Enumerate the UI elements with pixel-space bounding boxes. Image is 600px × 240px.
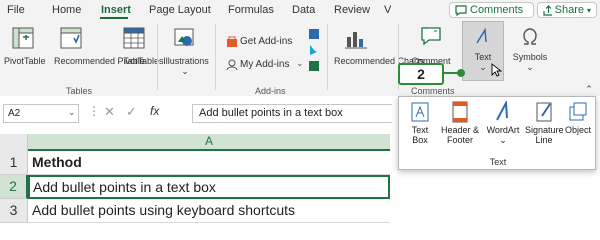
- header-footer-label: Header & Footer: [440, 125, 480, 145]
- illustrations-button-label[interactable]: Illustrations: [160, 56, 212, 66]
- comments-label: Comments: [470, 4, 524, 16]
- tab-review[interactable]: Review: [334, 4, 370, 16]
- chevron-down-icon: ⌄: [499, 135, 507, 145]
- omega-icon[interactable]: [520, 27, 540, 47]
- text-box-item[interactable]: Text Box: [405, 101, 435, 145]
- symbols-button-label[interactable]: Symbols: [510, 52, 550, 62]
- chevron-down-icon: ⌄: [296, 58, 304, 68]
- text-dropdown-menu: Text Box Header & Footer WordArt ⌄ Signa…: [398, 96, 596, 170]
- object-item[interactable]: Object: [562, 101, 594, 135]
- share-icon: [543, 4, 552, 16]
- tab-view[interactable]: V: [384, 4, 391, 16]
- my-addins-icon[interactable]: [226, 59, 238, 71]
- signature-line-label: Signature Line: [525, 125, 564, 145]
- table-button-label[interactable]: Table: [118, 56, 150, 66]
- text-box-icon: [411, 102, 429, 122]
- object-label: Object: [564, 125, 591, 135]
- cell-a2[interactable]: Add bullet points in a text box: [28, 175, 390, 199]
- tab-insert[interactable]: Insert: [101, 4, 131, 16]
- cell-a3[interactable]: Add bullet points using keyboard shortcu…: [28, 199, 390, 223]
- select-all-corner[interactable]: [0, 134, 28, 151]
- new-comment-icon[interactable]: [420, 26, 444, 48]
- group-label-comments: Comments: [411, 86, 455, 96]
- insert-function-button[interactable]: fx: [150, 104, 159, 118]
- text-box-label: Text Box: [411, 125, 429, 145]
- formula-input[interactable]: Add bullet points in a text box: [192, 104, 392, 123]
- chevron-down-icon: ⌄: [526, 62, 534, 72]
- cell-a1[interactable]: Method: [28, 151, 390, 175]
- header-footer-item[interactable]: Header & Footer: [439, 101, 481, 145]
- tab-file[interactable]: File: [7, 4, 25, 16]
- group-separator: [215, 24, 216, 90]
- people-graph-icon[interactable]: [308, 60, 320, 72]
- pivottable-button-label[interactable]: PivotTable: [4, 56, 46, 66]
- group-label-tables: Tables: [66, 86, 93, 96]
- chevron-down-icon: ▾: [586, 5, 591, 15]
- more-options-icon: ⋮: [88, 104, 100, 118]
- object-icon: [569, 102, 587, 121]
- tab-home[interactable]: Home: [52, 4, 81, 16]
- step-callout: 2: [398, 63, 444, 85]
- enter-check-icon[interactable]: ✓: [126, 104, 137, 120]
- tab-page-layout[interactable]: Page Layout: [149, 4, 211, 16]
- tab-data[interactable]: Data: [292, 4, 315, 16]
- wordart-item[interactable]: WordArt ⌄: [483, 99, 523, 145]
- signature-line-icon: [536, 102, 552, 122]
- chevron-down-icon: ⌄: [181, 66, 189, 76]
- row-header[interactable]: 2: [0, 175, 28, 199]
- my-addins-button[interactable]: My Add-ins: [240, 60, 289, 70]
- callout-dot: [457, 69, 465, 77]
- recommended-pivottables-icon[interactable]: [60, 27, 84, 49]
- comments-button[interactable]: Comments: [449, 2, 534, 18]
- visio-icon[interactable]: [308, 28, 320, 40]
- get-addins-button[interactable]: Get Add-ins: [240, 37, 292, 47]
- dropdown-group-label: Text: [489, 157, 507, 167]
- chevron-down-icon: ⌄: [479, 62, 487, 72]
- wordart-label: WordArt: [486, 125, 520, 135]
- group-label-addins: Add-ins: [255, 86, 286, 96]
- group-separator: [327, 24, 328, 90]
- recommended-pivottables-label[interactable]: Recommended PivotTables: [54, 56, 164, 66]
- mouse-cursor-icon: [491, 63, 502, 77]
- header-footer-icon: [452, 101, 468, 123]
- signature-line-item[interactable]: Signature Line: [525, 101, 564, 145]
- tab-formulas[interactable]: Formulas: [228, 4, 274, 16]
- illustrations-icon[interactable]: [174, 28, 198, 50]
- group-separator: [157, 24, 158, 90]
- share-button[interactable]: Share ▾: [537, 2, 597, 18]
- row-header[interactable]: 1: [0, 151, 28, 175]
- text-icon: [476, 27, 487, 44]
- collapse-ribbon-icon[interactable]: ⌃: [584, 84, 594, 94]
- recommended-charts-icon[interactable]: [344, 27, 368, 49]
- store-icon[interactable]: [226, 36, 238, 48]
- row-header[interactable]: 3: [0, 199, 28, 223]
- table-icon[interactable]: [123, 27, 145, 49]
- share-label: Share: [554, 4, 584, 16]
- recommended-charts-label[interactable]: Recommended Charts: [334, 56, 424, 66]
- cancel-icon[interactable]: ✕: [104, 104, 115, 120]
- active-tab-indicator: [100, 17, 128, 19]
- pivottable-icon[interactable]: [12, 27, 34, 49]
- ribbon-tab-bar: File Home Insert Page Layout Formulas Da…: [0, 0, 600, 20]
- chevron-down-icon[interactable]: ⌄: [68, 107, 76, 118]
- comment-icon: [455, 4, 467, 16]
- bing-icon[interactable]: [308, 44, 320, 56]
- column-header-a[interactable]: A: [28, 134, 390, 151]
- wordart-icon: [496, 99, 508, 121]
- text-button-label: Text: [474, 52, 492, 62]
